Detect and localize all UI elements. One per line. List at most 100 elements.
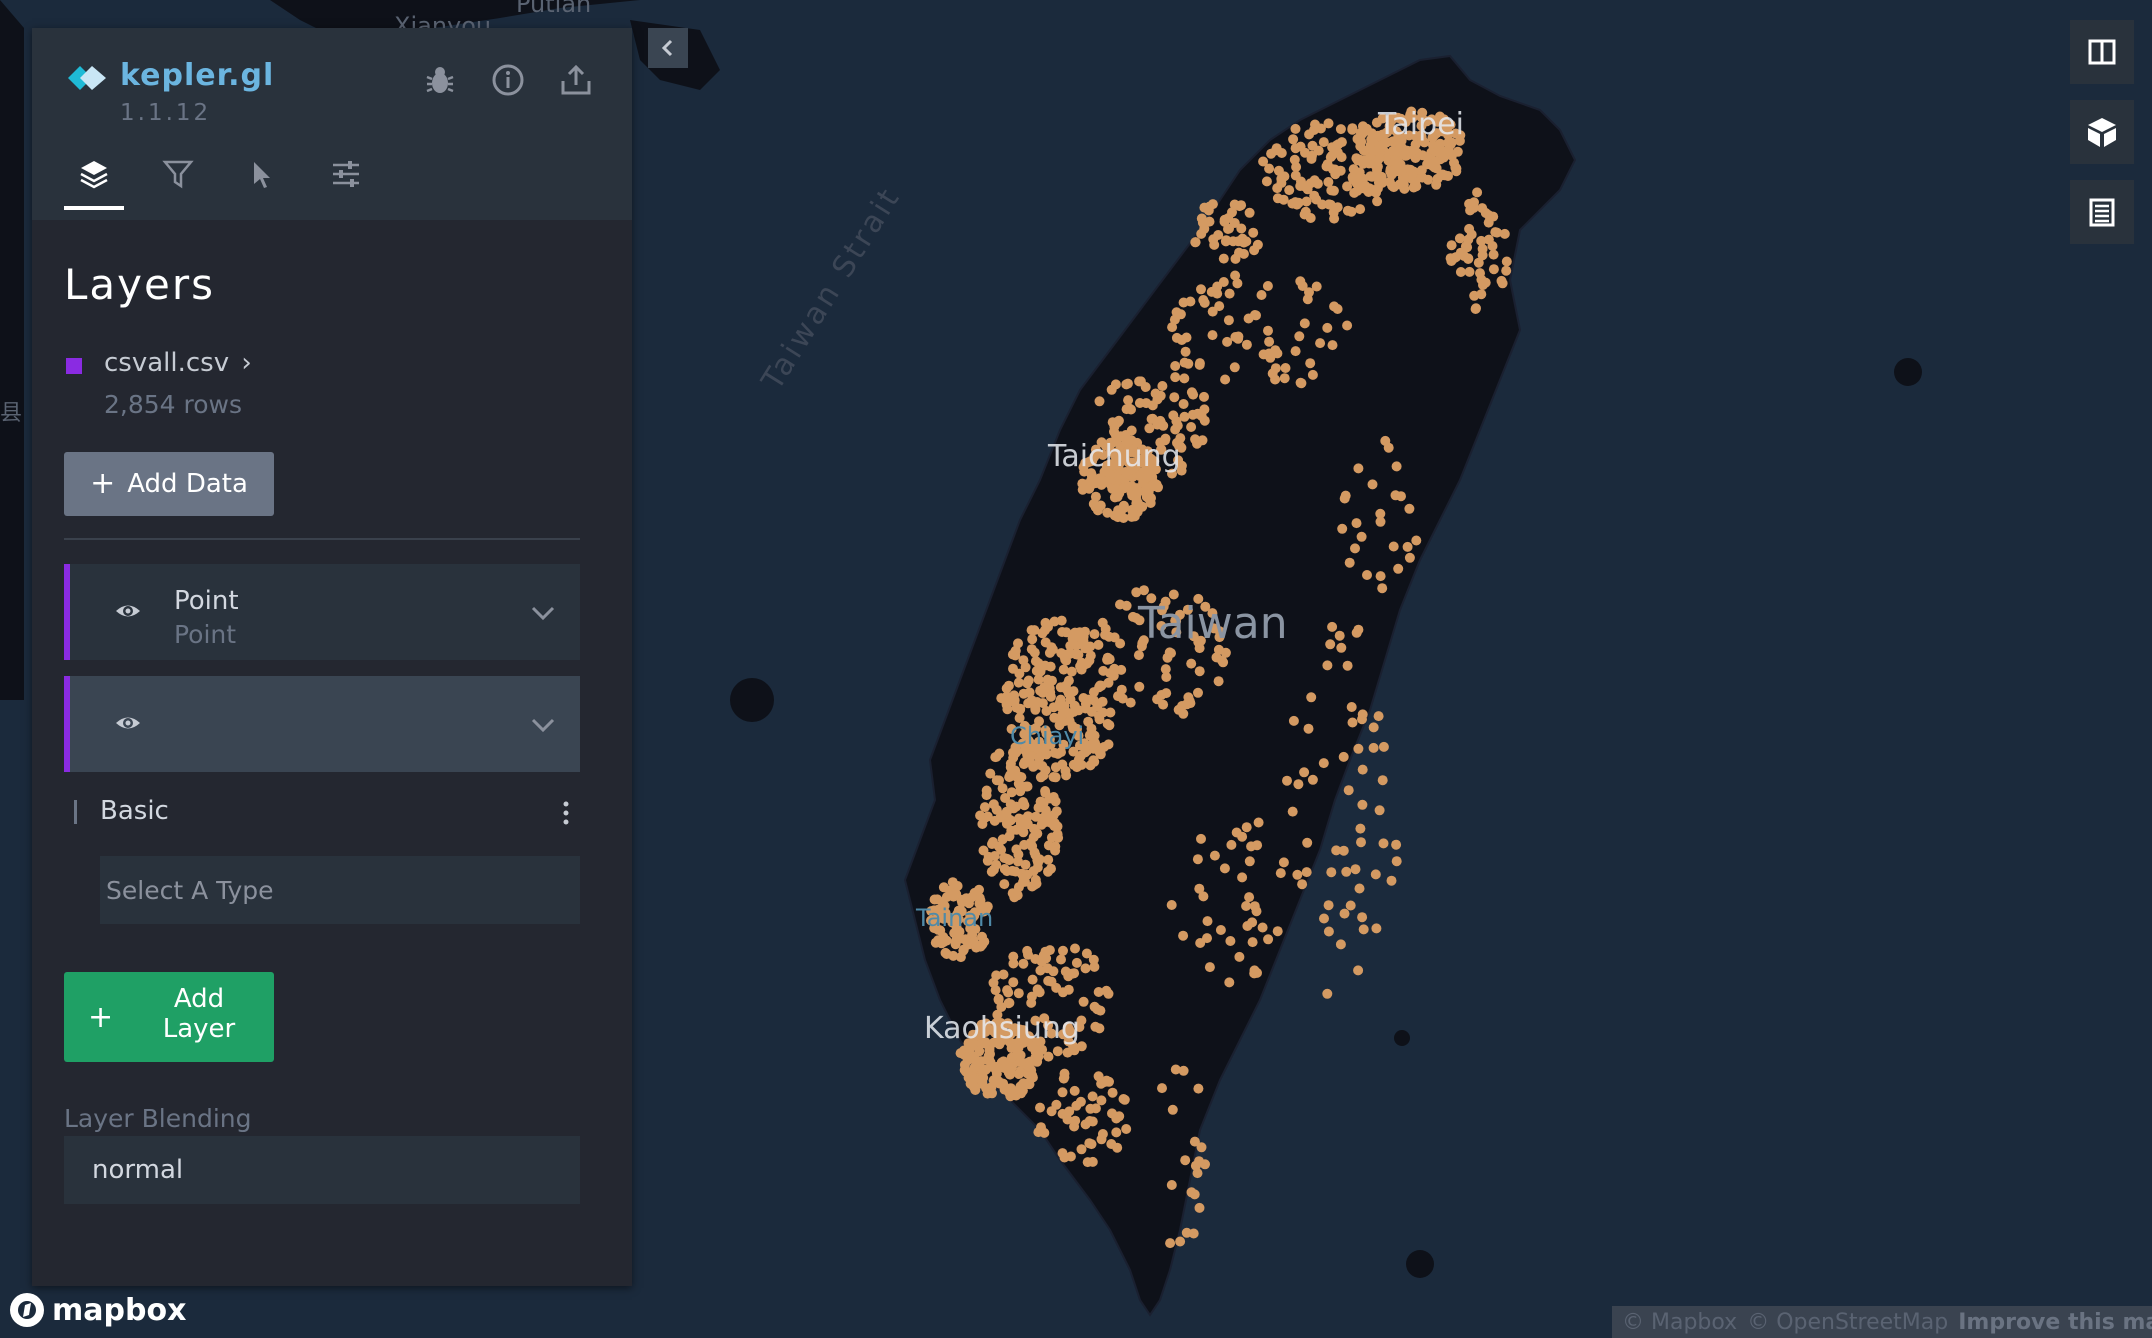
map-point[interactable]: [1380, 435, 1391, 446]
map-point[interactable]: [1327, 621, 1338, 632]
map-point[interactable]: [1022, 678, 1033, 689]
map-point[interactable]: [982, 855, 993, 866]
map-point[interactable]: [1085, 1103, 1096, 1114]
map-point[interactable]: [1116, 684, 1127, 695]
map-point[interactable]: [1230, 253, 1241, 264]
eye-icon[interactable]: [114, 600, 142, 622]
map-point[interactable]: [1292, 869, 1303, 880]
add-layer-button[interactable]: + Add Layer: [64, 972, 274, 1062]
map-point[interactable]: [1263, 934, 1274, 945]
map-point[interactable]: [1213, 230, 1224, 240]
map-point[interactable]: [994, 1078, 1005, 1089]
map-point[interactable]: [1501, 265, 1512, 276]
map-point[interactable]: [1194, 666, 1205, 677]
map-point[interactable]: [1224, 288, 1235, 299]
eye-icon[interactable]: [114, 712, 142, 734]
map-point[interactable]: [1071, 957, 1082, 968]
map-point[interactable]: [1388, 541, 1399, 552]
map-point[interactable]: [1339, 908, 1350, 919]
map-point[interactable]: [1199, 297, 1210, 308]
map-point[interactable]: [1113, 505, 1124, 516]
map-point[interactable]: [1367, 479, 1378, 490]
map-point[interactable]: [1070, 943, 1080, 954]
map-point[interactable]: [990, 985, 1001, 996]
map-point[interactable]: [1470, 304, 1481, 314]
map-point[interactable]: [1181, 332, 1192, 343]
map-point[interactable]: [1374, 805, 1385, 816]
map-point[interactable]: [1219, 214, 1230, 225]
map-point[interactable]: [1391, 839, 1402, 850]
map-point[interactable]: [1329, 301, 1340, 312]
map-point[interactable]: [981, 790, 992, 801]
map-point[interactable]: [1288, 715, 1299, 726]
map-point[interactable]: [1069, 1085, 1080, 1096]
map-point[interactable]: [1338, 751, 1349, 762]
map-point[interactable]: [1089, 756, 1100, 767]
map-point[interactable]: [1219, 863, 1230, 874]
map-point[interactable]: [1423, 174, 1433, 185]
map-point[interactable]: [941, 892, 952, 902]
map-point[interactable]: [997, 783, 1008, 794]
map-point[interactable]: [1056, 615, 1067, 626]
map-point[interactable]: [1199, 415, 1210, 426]
map-point[interactable]: [1110, 379, 1121, 390]
map-point[interactable]: [1472, 187, 1483, 198]
map-point[interactable]: [1432, 146, 1443, 157]
map-point[interactable]: [1196, 833, 1206, 844]
map-point[interactable]: [1157, 381, 1168, 391]
map-point[interactable]: [1356, 531, 1367, 542]
map-point[interactable]: [1139, 585, 1149, 596]
map-point[interactable]: [1178, 930, 1189, 941]
map-point[interactable]: [1057, 1148, 1068, 1159]
map-point[interactable]: [979, 936, 990, 947]
map-point[interactable]: [1262, 281, 1273, 291]
map-point[interactable]: [1378, 741, 1389, 752]
map-point[interactable]: [1026, 625, 1037, 636]
map-point[interactable]: [1078, 996, 1089, 1007]
map-point[interactable]: [1351, 518, 1362, 529]
map-point[interactable]: [1195, 938, 1206, 948]
map-point[interactable]: [1071, 629, 1082, 640]
tab-layers[interactable]: [64, 158, 124, 210]
map-point[interactable]: [1326, 867, 1337, 878]
map-point[interactable]: [1051, 806, 1062, 817]
map-point[interactable]: [1462, 242, 1473, 253]
map-point[interactable]: [1032, 862, 1043, 873]
map-point[interactable]: [1229, 362, 1240, 373]
map-point[interactable]: [1006, 787, 1017, 798]
map-point[interactable]: [1497, 278, 1508, 289]
map-point[interactable]: [1021, 781, 1032, 792]
map-point[interactable]: [1341, 866, 1352, 877]
map-point[interactable]: [1404, 552, 1415, 563]
map-point[interactable]: [1060, 966, 1071, 977]
map-point[interactable]: [1355, 204, 1366, 215]
map-point[interactable]: [1224, 977, 1235, 988]
map-point[interactable]: [1258, 349, 1269, 360]
legend-button[interactable]: [2070, 180, 2134, 244]
tab-interactions[interactable]: [232, 158, 292, 210]
map-point[interactable]: [1107, 1108, 1117, 1119]
map-point[interactable]: [1306, 692, 1317, 703]
map-point[interactable]: [1035, 1102, 1045, 1113]
map-point[interactable]: [1307, 774, 1318, 785]
map-point[interactable]: [1043, 1051, 1054, 1062]
map-point[interactable]: [1252, 239, 1263, 250]
map-point[interactable]: [1118, 1094, 1129, 1104]
map-point[interactable]: [1013, 988, 1024, 999]
map-point[interactable]: [1151, 480, 1162, 491]
map-point[interactable]: [1027, 634, 1038, 645]
map-point[interactable]: [1261, 176, 1272, 187]
map-point[interactable]: [1253, 817, 1264, 828]
map-point[interactable]: [1190, 434, 1201, 445]
map-point[interactable]: [1335, 124, 1346, 135]
map-point[interactable]: [1334, 630, 1345, 641]
map-point[interactable]: [1100, 629, 1111, 640]
map-point[interactable]: [1270, 374, 1281, 385]
map-point[interactable]: [1294, 331, 1305, 342]
map-point[interactable]: [1133, 650, 1144, 661]
map-point[interactable]: [1204, 216, 1215, 227]
map-point[interactable]: [990, 752, 1001, 763]
map-point[interactable]: [1150, 388, 1161, 399]
map-point[interactable]: [999, 879, 1010, 890]
map-point[interactable]: [992, 1062, 1003, 1073]
